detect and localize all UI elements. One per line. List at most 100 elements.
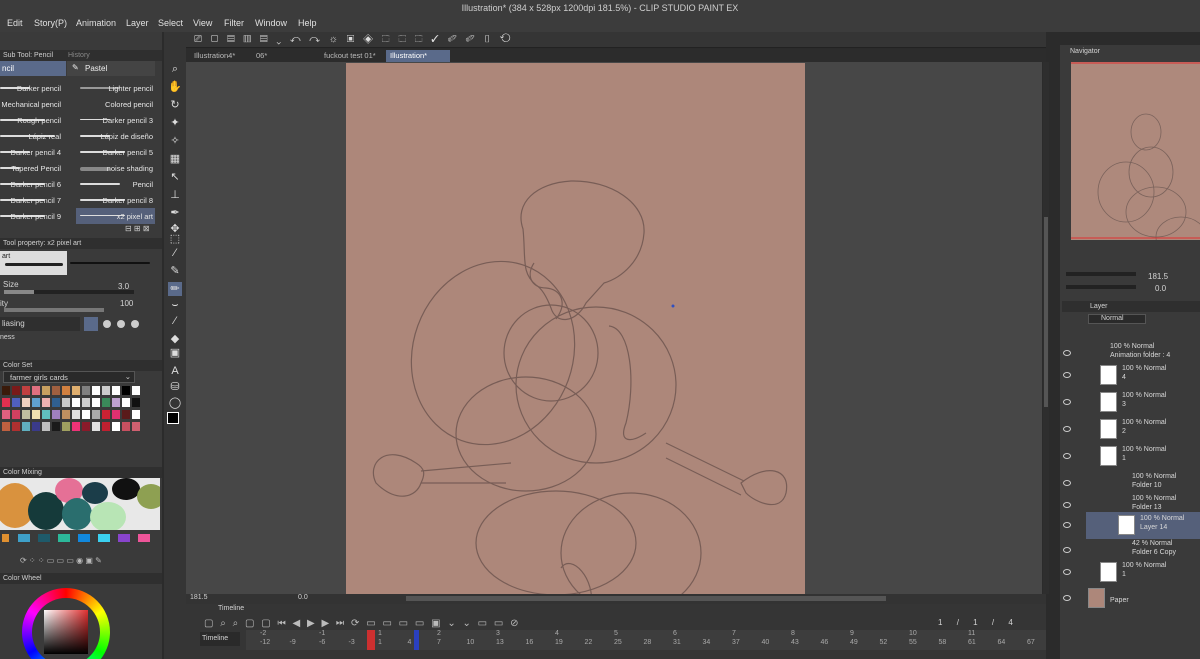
layer-row[interactable]: 100 % Normal 4 <box>1086 362 1200 389</box>
color-mixing-canvas[interactable] <box>0 478 160 530</box>
auto-select-icon[interactable]: ✧ <box>168 134 182 148</box>
antialiasing-options[interactable] <box>84 317 154 331</box>
vertical-scrollbar[interactable] <box>1043 62 1049 594</box>
brush-mechanical-pencil[interactable]: Mechanical pencil <box>0 96 75 112</box>
visibility-eye-icon[interactable] <box>1063 399 1071 405</box>
brush-lapiz-real[interactable]: Lápiz real <box>0 128 75 144</box>
subtool-actions[interactable]: ⊟ ⊞ ⊠ <box>125 224 155 233</box>
visibility-eye-icon[interactable] <box>1063 453 1071 459</box>
timeline-track-select[interactable]: Timeline <box>200 632 240 646</box>
visibility-eye-icon[interactable] <box>1063 547 1071 553</box>
marquee-icon[interactable]: ⬚ <box>168 232 182 246</box>
brush-darker-pencil[interactable]: Darker pencil <box>0 80 75 96</box>
color-swatch-grid[interactable] <box>0 384 155 449</box>
zoom-icon[interactable]: ⌕ <box>168 62 182 76</box>
brush-darker-pencil-8[interactable]: Darker pencil 8 <box>76 192 155 208</box>
brush-darker-pencil-5[interactable]: Darker pencil 5 <box>76 144 155 160</box>
layer-row[interactable]: Paper <box>1086 585 1200 612</box>
pen-tool-icon[interactable]: ✎ <box>168 264 182 278</box>
brush-icon[interactable]: ⁄ <box>168 314 182 328</box>
subtool-tab-pencil[interactable]: ncil <box>0 61 66 76</box>
layer-row[interactable]: 100 % Normal 2 <box>1086 416 1200 443</box>
layer-row[interactable]: 100 % Normal 3 <box>1086 389 1200 416</box>
main-color-swatch[interactable] <box>167 412 179 424</box>
history-tab[interactable]: History <box>68 50 90 61</box>
visibility-eye-icon[interactable] <box>1063 569 1071 575</box>
menu-edit[interactable]: Edit <box>7 18 23 28</box>
eraser-icon[interactable]: ◆ <box>168 332 182 346</box>
layer-row[interactable]: 100 % Normal 1 <box>1086 559 1200 586</box>
timeline-controls[interactable]: ▢ ⌕ ⌕ ▢ ▢ ⏮ ◀ ▶ ▶ ⏭ ⟳ ▭ ▭ ▭ ▭ ▣ ⌄ ⌄ ▭ ▭ … <box>204 618 521 629</box>
size-value[interactable]: 3.0 <box>118 282 129 291</box>
menu-layer[interactable]: Layer <box>126 18 149 28</box>
tab-06[interactable]: 06* <box>252 50 318 62</box>
brush-noise-shading[interactable]: noise shading <box>76 160 155 176</box>
opacity-value[interactable]: 100 <box>120 299 133 308</box>
mixing-tools[interactable]: ⟳ ⁘ ⁘ ▭ ▭ ▭ ◉ ▣ ✎ <box>20 556 160 566</box>
visibility-eye-icon[interactable] <box>1063 595 1071 601</box>
frame-ruler[interactable]: -2 -1 1 2 3 4 5 6 7 8 9 10 11 -12 -9 -6 -3 1 4 7 10 13 16 19 22 2… <box>246 630 1046 650</box>
visibility-eye-icon[interactable] <box>1063 522 1071 528</box>
menu-view[interactable]: View <box>193 18 212 28</box>
menu-select[interactable]: Select <box>158 18 183 28</box>
brush-darker-pencil-4[interactable]: Darker pencil 4 <box>0 144 75 160</box>
brush-darker-pencil-7[interactable]: Darker pencil 7 <box>0 192 75 208</box>
navigator-controls[interactable]: 181.5 0.0 <box>1062 270 1200 294</box>
mixing-palette-row[interactable] <box>0 534 160 544</box>
pen-icon[interactable]: ✒ <box>168 206 182 220</box>
menu-story[interactable]: Story(P) <box>34 18 67 28</box>
brush-darker-pencil-3[interactable]: Darker pencil 3 <box>76 112 155 128</box>
color-wheel[interactable] <box>22 588 112 659</box>
command-icons[interactable]: ⎚ ▢ ▤ ▥ ▤ ⌄ ↶ ↷ ☼ ▣ ◈ ⬚ ⬚ ⬚ ✓ ✐ ✐ ▯ ⟲ <box>194 34 514 45</box>
end-marker[interactable] <box>414 630 419 650</box>
blend-icon[interactable]: ▣ <box>168 346 182 360</box>
zoom-readout[interactable]: 181.5 <box>190 594 208 601</box>
navigator-angle[interactable]: 0.0 <box>1155 284 1166 293</box>
brush-colored-pencil[interactable]: Colored pencil <box>76 96 155 112</box>
visibility-eye-icon[interactable] <box>1063 426 1071 432</box>
operation-icon[interactable]: ✦ <box>168 116 182 130</box>
opacity-slider[interactable] <box>4 308 104 312</box>
brush-darker-pencil-6[interactable]: Darker pencil 6 <box>0 176 75 192</box>
subtool-tab[interactable]: Sub Tool: Pencil <box>3 52 53 59</box>
brush-rough-pencil[interactable]: Rough pencil <box>0 112 75 128</box>
brush-pencil[interactable]: Pencil <box>76 176 155 192</box>
toolprop-preset[interactable]: art <box>0 251 67 275</box>
tab-illustration4[interactable]: Illustration4* <box>190 50 250 62</box>
bucket-icon[interactable]: ⛁ <box>168 380 182 394</box>
colorset-dropdown[interactable]: farmer girls cards ⌄ <box>3 371 135 383</box>
visibility-eye-icon[interactable] <box>1063 480 1071 486</box>
brush-tapered-pencil[interactable]: Tapered Pencil <box>0 160 75 176</box>
visibility-eye-icon[interactable] <box>1063 350 1071 356</box>
visibility-eye-icon[interactable] <box>1063 372 1071 378</box>
menu-window[interactable]: Window <box>255 18 287 28</box>
tab-fuckout-test[interactable]: fuckout test 01* <box>320 50 386 62</box>
playhead[interactable] <box>367 630 375 650</box>
size-slider[interactable] <box>4 290 134 294</box>
visibility-eye-icon[interactable] <box>1063 502 1071 508</box>
blend-mode-dropdown[interactable]: Normal <box>1088 314 1146 324</box>
text-icon[interactable]: A <box>168 364 182 378</box>
eyedropper-icon[interactable]: ⁄ <box>168 246 182 260</box>
move-layer-icon[interactable]: ↖ <box>168 170 182 184</box>
brush-x2-pixel-art[interactable]: x2 pixel art <box>76 208 155 224</box>
navigator-zoom[interactable]: 181.5 <box>1148 272 1168 281</box>
fill-icon[interactable]: ⊥ <box>168 188 182 202</box>
canvas-paper[interactable] <box>346 63 805 614</box>
brush-lapiz-de-diseno[interactable]: Lápiz de diseño <box>76 128 155 144</box>
hand-icon[interactable]: ✋ <box>168 80 182 94</box>
airbrush-icon[interactable]: ⌣ <box>168 298 182 312</box>
rotate-icon[interactable]: ↻ <box>168 98 182 112</box>
menu-filter[interactable]: Filter <box>224 18 244 28</box>
brush-darker-pencil-9[interactable]: Darker pencil 9 <box>0 208 75 224</box>
menu-animation[interactable]: Animation <box>76 18 116 28</box>
tab-illustration[interactable]: Illustration* <box>386 50 450 62</box>
subtool-tab-pastel[interactable]: ✎ Pastel <box>67 61 155 76</box>
brush-lighter-pencil[interactable]: Lighter pencil <box>76 80 155 96</box>
horizontal-scrollbar[interactable] <box>406 596 886 601</box>
grid-icon[interactable]: ▦ <box>168 152 182 166</box>
angle-readout[interactable]: 0.0 <box>298 594 308 601</box>
pencil-icon[interactable]: ✏ <box>168 282 182 296</box>
navigator-preview[interactable] <box>1071 62 1200 240</box>
layer-row[interactable]: 100 % Normal 1 <box>1086 443 1200 470</box>
